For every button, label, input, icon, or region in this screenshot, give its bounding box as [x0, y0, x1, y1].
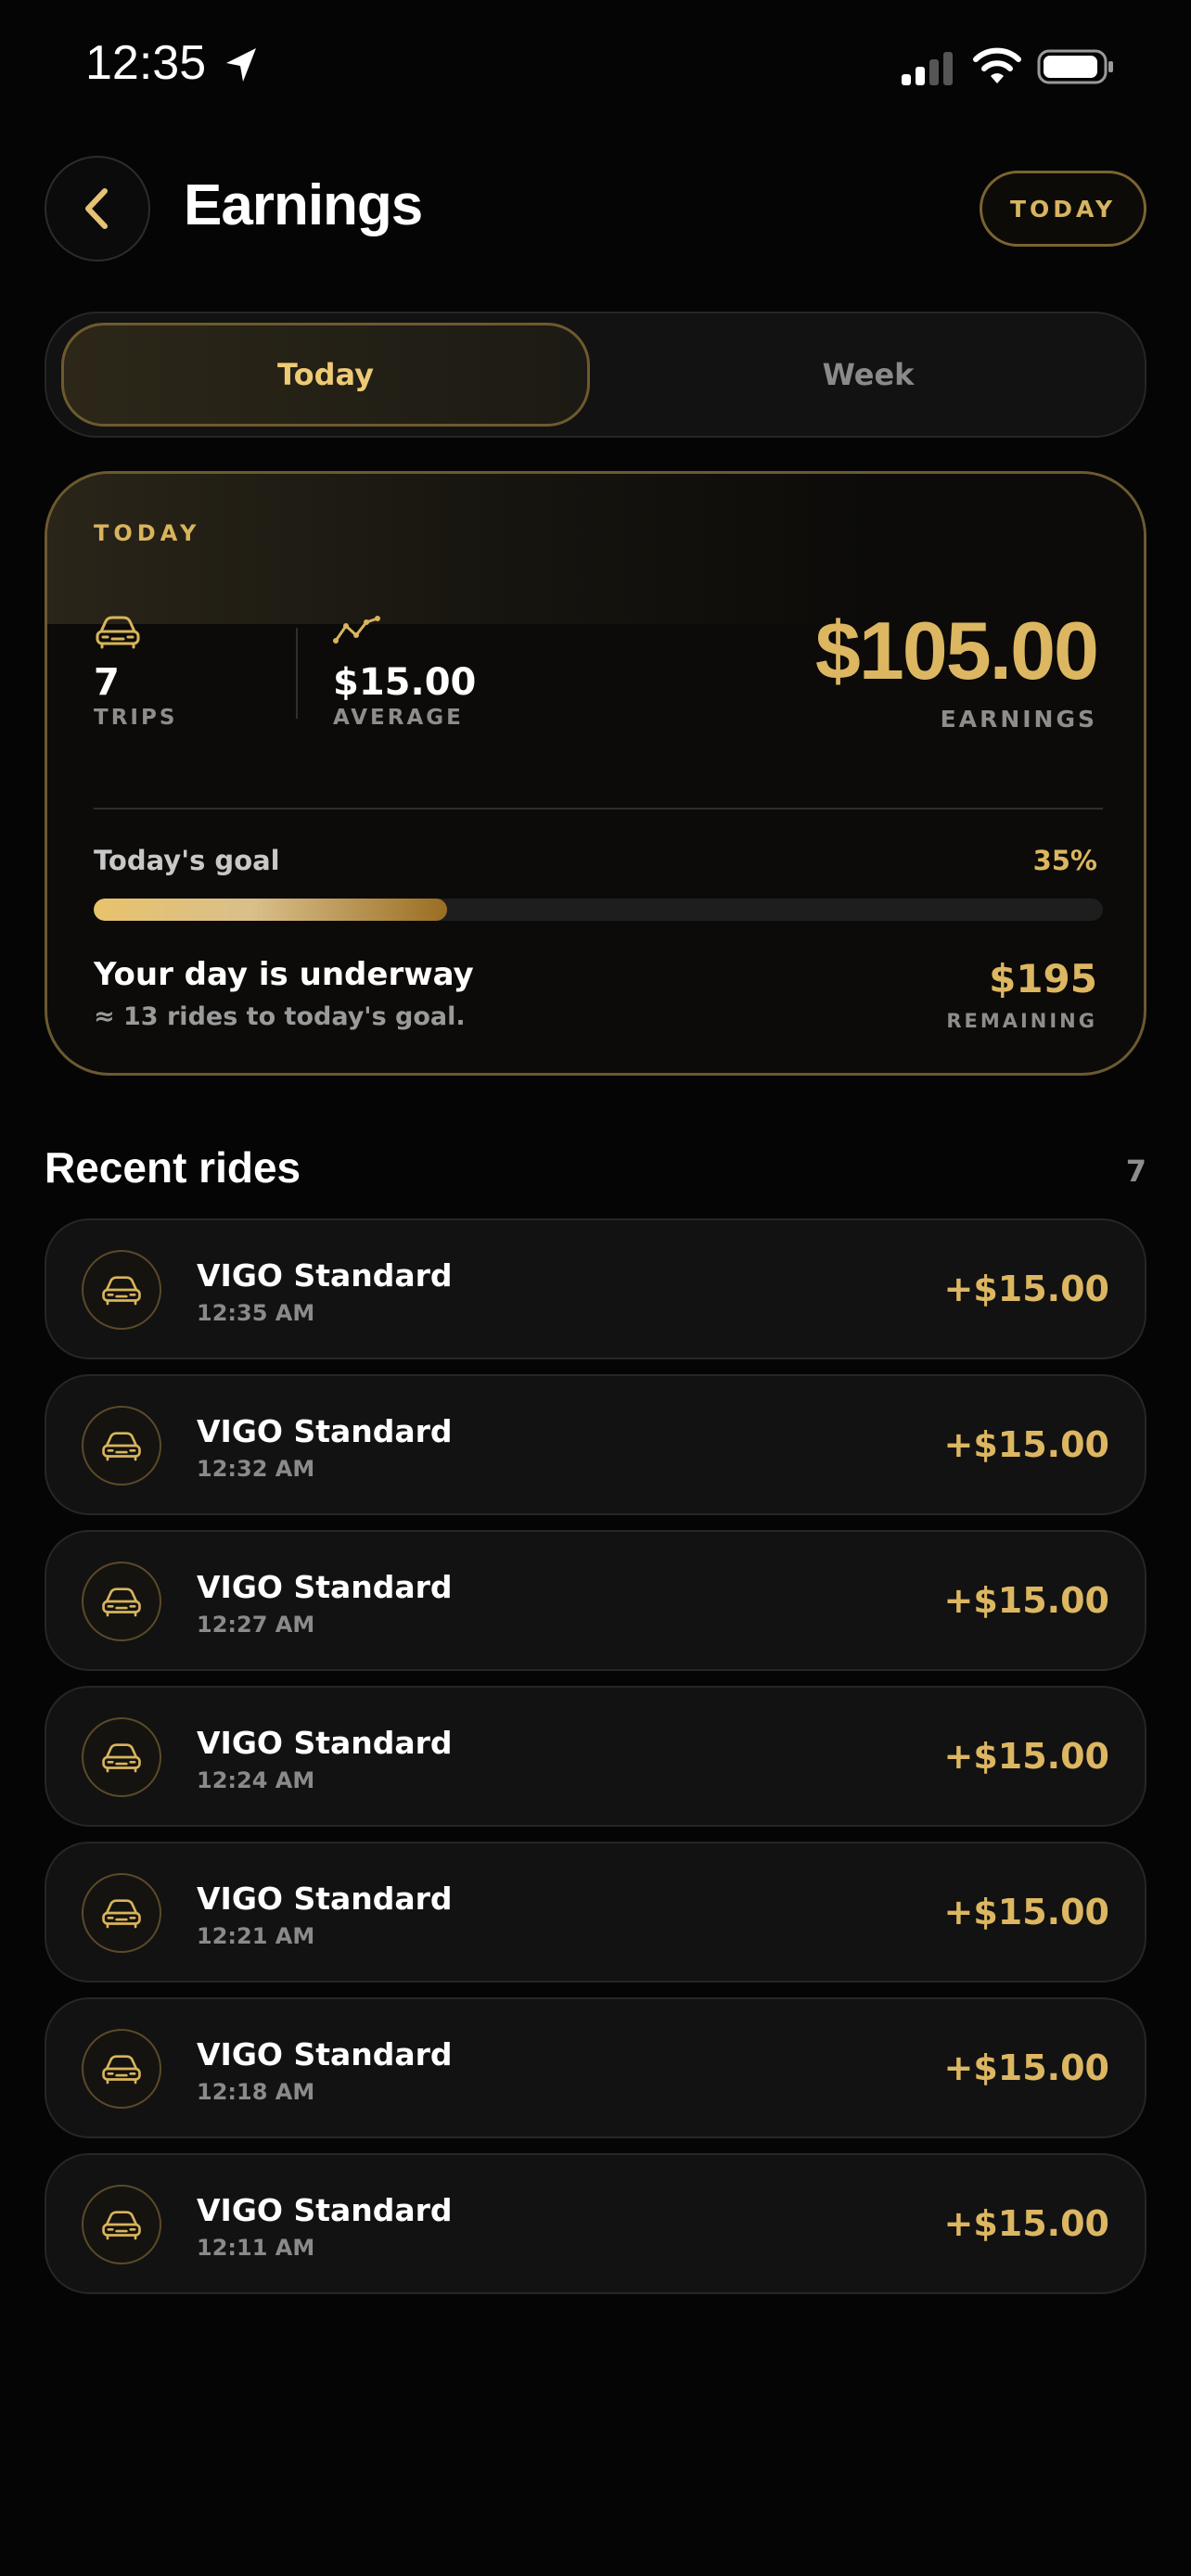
trips-value: 7: [94, 661, 120, 704]
remaining-label: REMAINING: [946, 1010, 1097, 1032]
period-filter-button[interactable]: TODAY: [980, 171, 1146, 247]
ride-name: VIGO Standard: [197, 1413, 453, 1449]
ride-icon-badge: [82, 1406, 161, 1486]
trend-line-icon: [333, 616, 380, 644]
ride-list-item[interactable]: VIGO Standard 12:35 AM +$15.00: [45, 1218, 1146, 1359]
period-segmented-control: Today Week: [45, 312, 1146, 438]
ride-time: 12:27 AM: [197, 1612, 315, 1638]
goal-label: Today's goal: [94, 845, 280, 876]
ride-list-item[interactable]: VIGO Standard 12:27 AM +$15.00: [45, 1530, 1146, 1671]
ride-name: VIGO Standard: [197, 1725, 453, 1761]
goal-status-subtitle: ≈ 13 rides to today's goal.: [94, 1002, 466, 1031]
location-arrow-icon: [226, 48, 256, 82]
ride-time: 12:11 AM: [197, 2235, 315, 2261]
recent-rides-title: Recent rides: [45, 1143, 301, 1192]
page-title: Earnings: [184, 173, 423, 237]
average-value: $15.00: [333, 661, 477, 704]
ride-icon-badge: [82, 1873, 161, 1953]
battery-icon: [1037, 49, 1113, 84]
ride-amount: +$15.00: [943, 1892, 1109, 1932]
status-time: 12:35: [85, 36, 207, 90]
chevron-left-icon: [85, 188, 108, 229]
ride-time: 12:21 AM: [197, 1923, 315, 1949]
car-icon: [102, 1276, 141, 1306]
trips-stat: 7 TRIPS: [94, 613, 177, 730]
ride-icon-badge: [82, 2185, 161, 2264]
car-icon: [96, 616, 140, 649]
recent-rides-count: 7: [1125, 1154, 1146, 1189]
ride-amount: +$15.00: [943, 2203, 1109, 2244]
ride-icon-badge: [82, 2029, 161, 2109]
car-icon: [102, 1743, 141, 1773]
tab-today[interactable]: Today: [61, 323, 590, 427]
ride-name: VIGO Standard: [197, 1569, 453, 1605]
car-icon: [102, 1588, 141, 1617]
ride-amount: +$15.00: [943, 1580, 1109, 1621]
total-earnings-value: $105.00: [814, 605, 1099, 696]
ride-time: 12:35 AM: [197, 1300, 315, 1326]
goal-progress-bar: [94, 899, 1103, 921]
cellular-signal-icon: [902, 52, 953, 85]
car-icon: [102, 2055, 141, 2085]
ride-list-item[interactable]: VIGO Standard 12:24 AM +$15.00: [45, 1686, 1146, 1827]
trips-label: TRIPS: [94, 706, 178, 730]
goal-progress-fill: [94, 899, 447, 921]
card-header-glow: [47, 474, 1144, 624]
wifi-icon: [973, 47, 1021, 83]
car-icon: [102, 1432, 141, 1461]
ride-time: 12:18 AM: [197, 2079, 315, 2105]
goal-status-title: Your day is underway: [94, 956, 474, 993]
ride-name: VIGO Standard: [197, 2192, 453, 2228]
ride-amount: +$15.00: [943, 2047, 1109, 2088]
card-divider: [94, 808, 1103, 810]
stat-divider: [296, 628, 298, 719]
total-earnings-label: EARNINGS: [940, 706, 1097, 733]
ride-name: VIGO Standard: [197, 1257, 453, 1294]
ride-name: VIGO Standard: [197, 1881, 453, 1917]
ride-icon-badge: [82, 1562, 161, 1641]
ride-list-item[interactable]: VIGO Standard 12:32 AM +$15.00: [45, 1374, 1146, 1515]
car-icon: [102, 1899, 141, 1929]
ride-amount: +$15.00: [943, 1269, 1109, 1309]
ride-amount: +$15.00: [943, 1736, 1109, 1777]
average-stat: $15.00 AVERAGE: [333, 613, 476, 730]
ride-name: VIGO Standard: [197, 2036, 453, 2072]
earnings-summary-card: TODAY 7 TRIPS $15.00 AVERAGE $105.00 EAR…: [45, 471, 1146, 1076]
ride-list-item[interactable]: VIGO Standard 12:11 AM +$15.00: [45, 2153, 1146, 2294]
ride-amount: +$15.00: [943, 1424, 1109, 1465]
goal-percent: 35%: [1032, 845, 1097, 876]
ride-time: 12:32 AM: [197, 1456, 315, 1482]
ride-icon-badge: [82, 1717, 161, 1797]
tab-week[interactable]: Week: [603, 323, 1133, 427]
ride-icon-badge: [82, 1250, 161, 1330]
card-period-label: TODAY: [94, 520, 201, 546]
car-icon: [102, 2211, 141, 2240]
ride-time: 12:24 AM: [197, 1767, 315, 1793]
remaining-amount: $195: [989, 956, 1097, 1001]
status-bar: 12:35: [0, 0, 1191, 139]
ride-list-item[interactable]: VIGO Standard 12:18 AM +$15.00: [45, 1997, 1146, 2138]
average-label: AVERAGE: [333, 706, 464, 730]
recent-rides-list: VIGO Standard 12:35 AM +$15.00 VIGO Stan…: [45, 1218, 1146, 2309]
back-button[interactable]: [45, 156, 150, 261]
ride-list-item[interactable]: VIGO Standard 12:21 AM +$15.00: [45, 1842, 1146, 1983]
